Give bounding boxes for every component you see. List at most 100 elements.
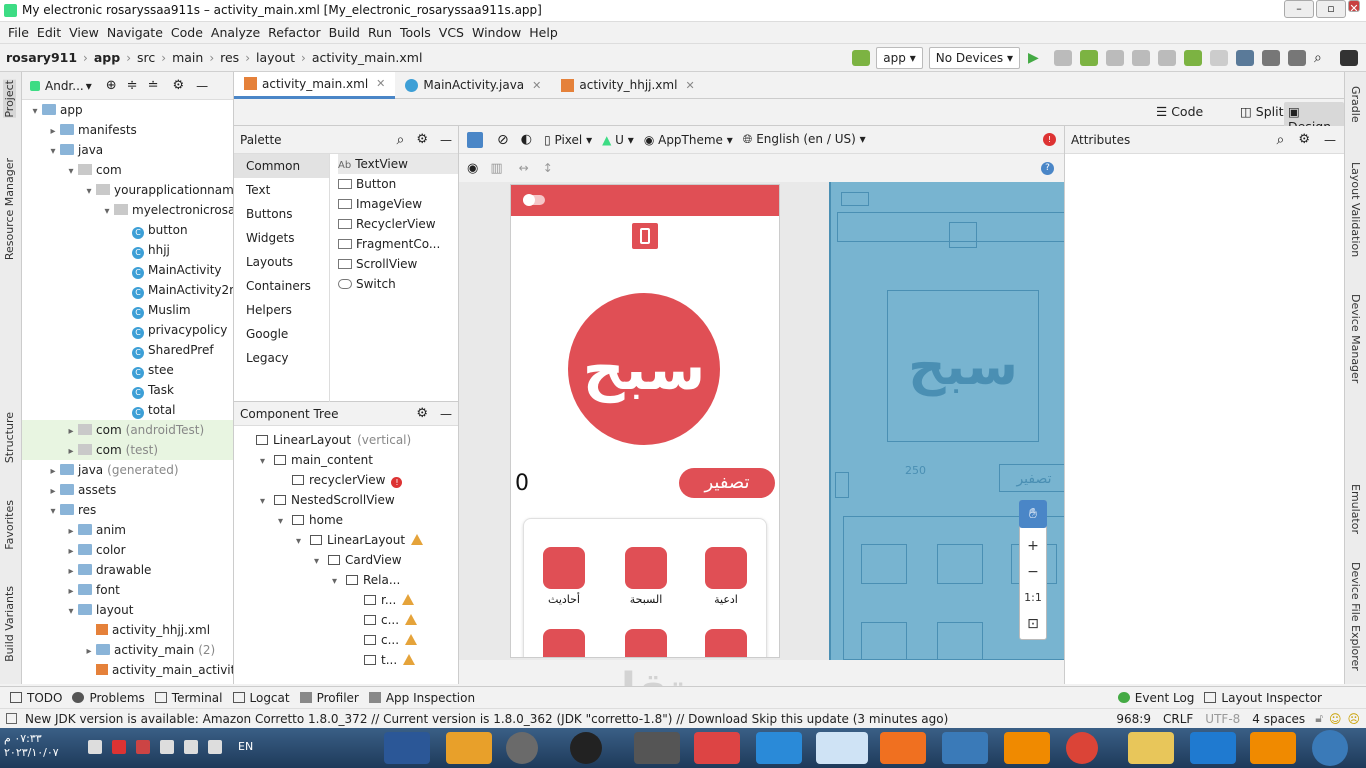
preview-top-image[interactable]: [632, 223, 658, 249]
project-tree-node[interactable]: ▾ com: [22, 160, 233, 180]
project-tree-node[interactable]: ▸ java (generated): [22, 460, 233, 480]
line-separator[interactable]: CRLF: [1163, 712, 1193, 726]
sdk-manager-icon[interactable]: [1288, 49, 1306, 66]
grid-item-chat[interactable]: [616, 629, 676, 657]
pan-hand-icon[interactable]: ✋︎: [1019, 500, 1047, 528]
breadcrumb-res[interactable]: res: [220, 50, 239, 65]
maximize-button[interactable]: ▫: [1316, 0, 1346, 18]
menu-edit[interactable]: Edit: [37, 25, 61, 40]
hammer-icon[interactable]: [852, 49, 871, 66]
palette-category-legacy[interactable]: Legacy: [234, 346, 329, 370]
preview-switch[interactable]: [523, 194, 545, 206]
breadcrumb-src[interactable]: src: [137, 50, 155, 65]
palette-item-textview[interactable]: Ab TextView: [338, 154, 458, 174]
locate-icon[interactable]: ⊕: [106, 78, 117, 93]
app-taskbar-icon-3[interactable]: [694, 732, 740, 764]
expand-arrow-icon[interactable]: ▸: [64, 562, 78, 582]
tab-resource-manager[interactable]: Resource Manager: [3, 158, 16, 260]
expand-arrow-icon[interactable]: ▾: [260, 452, 274, 472]
expand-arrow-icon[interactable]: ▸: [64, 442, 78, 462]
expand-arrow-icon[interactable]: ▸: [46, 482, 60, 502]
palette-category-text[interactable]: Text: [234, 178, 329, 202]
explorer-taskbar-icon[interactable]: [1128, 732, 1174, 764]
expand-arrow-icon[interactable]: ▸: [46, 462, 60, 482]
tab-activity-hhjj-xml[interactable]: activity_hhjj.xml ✕: [551, 72, 704, 99]
component-tree-node[interactable]: ▾ LinearLayout: [234, 530, 458, 550]
network-icon[interactable]: [112, 740, 126, 754]
project-tree-node[interactable]: ▸ assets: [22, 480, 233, 500]
project-tree-node[interactable]: ▸ font: [22, 580, 233, 600]
hide-panel-icon[interactable]: —: [196, 79, 208, 93]
error-icon[interactable]: !: [1043, 133, 1056, 146]
lock-icon[interactable]: 🔓︎: [1315, 711, 1323, 726]
project-tree-node[interactable]: Chhjj: [22, 240, 233, 260]
layers-icon[interactable]: [467, 131, 483, 148]
theme-select[interactable]: ◉ AppTheme ▾: [644, 133, 733, 147]
device-manager-icon[interactable]: [1262, 49, 1280, 66]
error-icon[interactable]: !: [391, 477, 403, 488]
component-tree-node[interactable]: ▾ home: [234, 510, 458, 530]
project-tree-node[interactable]: C Task: [22, 380, 233, 400]
apply-changes-icon[interactable]: [1184, 49, 1202, 66]
device-select[interactable]: No Devices ▾: [928, 46, 1020, 69]
expand-arrow-icon[interactable]: ▾: [64, 602, 78, 622]
project-tree-node[interactable]: Cprivacypolicy: [22, 320, 233, 340]
tasbih-button[interactable]: سبح: [568, 293, 720, 445]
tab-emulator[interactable]: Emulator: [1349, 484, 1362, 534]
expand-arrow-icon[interactable]: ▾: [46, 502, 60, 522]
breadcrumb-file[interactable]: activity_main.xml: [312, 50, 423, 65]
project-view-select[interactable]: Andr...: [45, 79, 84, 93]
tool-todo[interactable]: TODO: [10, 691, 62, 705]
menu-tools[interactable]: Tools: [400, 25, 431, 40]
zoom-out-button[interactable]: −: [1020, 559, 1046, 585]
tool-problems[interactable]: Problems: [72, 691, 145, 705]
xampp-taskbar-icon[interactable]: [880, 732, 926, 764]
project-tree-node[interactable]: Cstee: [22, 360, 233, 380]
project-tree-node[interactable]: Cbutton: [22, 220, 233, 240]
gear-icon[interactable]: ⚙: [172, 78, 184, 93]
close-button[interactable]: ✕: [1348, 0, 1360, 15]
hide-panel-icon[interactable]: —: [440, 133, 452, 147]
expand-arrow-icon[interactable]: ▾: [314, 552, 328, 572]
orientation-icon[interactable]: ⊘: [497, 132, 509, 148]
flag-icon[interactable]: [136, 740, 150, 754]
menu-run[interactable]: Run: [368, 25, 392, 40]
palette-item-recyclerview[interactable]: RecyclerView: [338, 214, 458, 234]
vlc-taskbar-icon[interactable]: [1004, 732, 1050, 764]
project-tree-node[interactable]: ▸ com (test): [22, 440, 233, 460]
vertical-resize-icon[interactable]: ↕: [543, 161, 553, 175]
tab-structure[interactable]: Structure: [3, 412, 16, 463]
menu-code[interactable]: Code: [171, 25, 203, 40]
zoom-in-button[interactable]: +: [1020, 533, 1046, 559]
breadcrumb-app[interactable]: app: [94, 50, 120, 65]
blueprint-toggle-icon[interactable]: ▥: [490, 161, 502, 176]
run-icon[interactable]: ▶: [1028, 50, 1046, 66]
expand-arrow-icon[interactable]: ▸: [82, 642, 96, 662]
hide-panel-icon[interactable]: —: [440, 407, 452, 421]
opera-taskbar-icon[interactable]: [570, 732, 602, 764]
palette-item-imageview[interactable]: ImageView: [338, 194, 458, 214]
expand-arrow-icon[interactable]: ▾: [64, 162, 78, 182]
project-tree-node[interactable]: ▾ myelectronicrosary: [22, 200, 233, 220]
tab-activity-main-xml[interactable]: activity_main.xml ✕: [234, 71, 396, 99]
code-view-button[interactable]: ☰ Code: [1156, 104, 1203, 119]
expand-arrow-icon[interactable]: ▾: [332, 572, 346, 592]
start-button[interactable]: [1312, 730, 1348, 766]
volume-icon[interactable]: [88, 740, 102, 754]
search-icon[interactable]: ⌕: [1277, 132, 1285, 148]
palette-category-layouts[interactable]: Layouts: [234, 250, 329, 274]
warning-icon[interactable]: [411, 534, 424, 545]
preview-card[interactable]: أحاديث السبحة ادعية: [523, 518, 767, 657]
feedback-icon[interactable]: ☹: [1347, 712, 1360, 726]
input-language[interactable]: EN: [238, 740, 253, 753]
component-tree-node[interactable]: ▾ main_content: [234, 450, 458, 470]
search-icon[interactable]: ⌕: [397, 132, 405, 148]
project-tree-node[interactable]: ▸ color: [22, 540, 233, 560]
grid-item-dua[interactable]: ادعية: [696, 547, 756, 606]
minimize-button[interactable]: –: [1284, 0, 1314, 18]
expand-arrow-icon[interactable]: ▸: [64, 542, 78, 562]
gear-icon[interactable]: ⚙: [416, 406, 428, 421]
component-tree-node[interactable]: recyclerView!: [234, 470, 458, 490]
project-tree-node[interactable]: C MainActivity2n: [22, 280, 233, 300]
rerun-icon[interactable]: [1054, 49, 1072, 66]
